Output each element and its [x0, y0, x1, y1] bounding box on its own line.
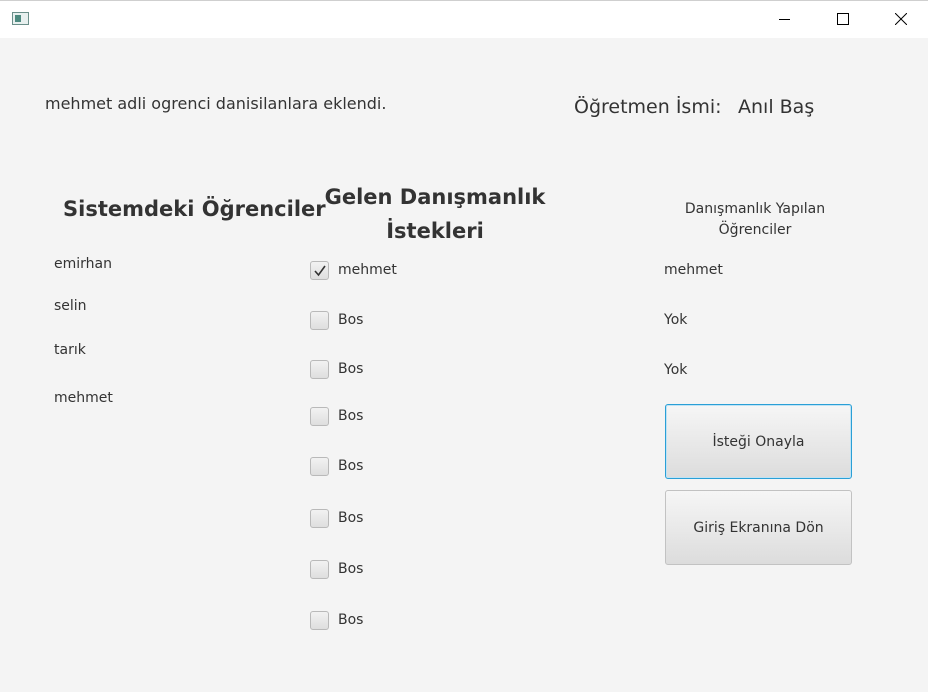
student-item: mehmet: [54, 390, 113, 406]
minimize-button[interactable]: [756, 1, 814, 38]
advised-heading-line2: Öğrenciler: [718, 222, 792, 238]
advised-student-item: Yok: [664, 312, 688, 328]
approve-request-button[interactable]: İsteği Onayla: [665, 404, 852, 479]
request-checkbox[interactable]: [310, 310, 329, 330]
requests-heading: Gelen Danışmanlık İstekleri: [320, 180, 550, 248]
request-checkbox[interactable]: [310, 406, 329, 426]
checkmark-icon: [314, 265, 326, 276]
request-checkbox[interactable]: [310, 260, 329, 280]
advised-student-item: Yok: [664, 362, 688, 378]
requests-heading-line1: Gelen Danışmanlık: [324, 185, 546, 209]
back-to-login-button[interactable]: Giriş Ekranına Dön: [665, 490, 852, 565]
students-heading: Sistemdeki Öğrenciler: [63, 197, 326, 221]
advised-student-item: mehmet: [664, 262, 723, 278]
request-row[interactable]: Bos: [310, 455, 363, 477]
student-item: emirhan: [54, 256, 112, 272]
request-checkbox[interactable]: [310, 508, 329, 528]
maximize-icon: [837, 13, 849, 25]
request-row[interactable]: Bos: [310, 309, 363, 331]
request-label: mehmet: [338, 262, 397, 278]
request-label: Bos: [338, 312, 364, 328]
request-row[interactable]: Bos: [310, 558, 363, 580]
student-item: selin: [54, 298, 87, 314]
request-row[interactable]: mehmet: [310, 259, 397, 281]
request-label: Bos: [338, 561, 364, 577]
status-message: mehmet adli ogrenci danisilanlara eklend…: [45, 94, 387, 113]
advised-students-heading: Danışmanlık Yapılan Öğrenciler: [672, 199, 838, 241]
request-row[interactable]: Bos: [310, 609, 363, 631]
teacher-name-label: Öğretmen İsmi:: [574, 96, 722, 118]
request-row[interactable]: Bos: [310, 405, 363, 427]
requests-heading-line2: İstekleri: [386, 219, 484, 243]
request-row[interactable]: Bos: [310, 507, 363, 529]
teacher-name-value: Anıl Baş: [738, 96, 815, 118]
request-label: Bos: [338, 408, 364, 424]
request-checkbox[interactable]: [310, 359, 329, 379]
request-label: Bos: [338, 612, 364, 628]
maximize-button[interactable]: [814, 1, 872, 38]
request-label: Bos: [338, 510, 364, 526]
request-checkbox[interactable]: [310, 610, 329, 630]
request-checkbox[interactable]: [310, 559, 329, 579]
advised-heading-line1: Danışmanlık Yapılan: [684, 201, 826, 217]
close-icon: [895, 13, 907, 25]
close-button[interactable]: [872, 1, 928, 38]
app-icon: [12, 12, 29, 25]
request-row[interactable]: Bos: [310, 358, 363, 380]
student-item: tarık: [54, 342, 86, 358]
window-titlebar: [0, 0, 928, 38]
request-checkbox[interactable]: [310, 456, 329, 476]
request-label: Bos: [338, 361, 364, 377]
request-label: Bos: [338, 458, 364, 474]
minimize-icon: [779, 19, 790, 20]
